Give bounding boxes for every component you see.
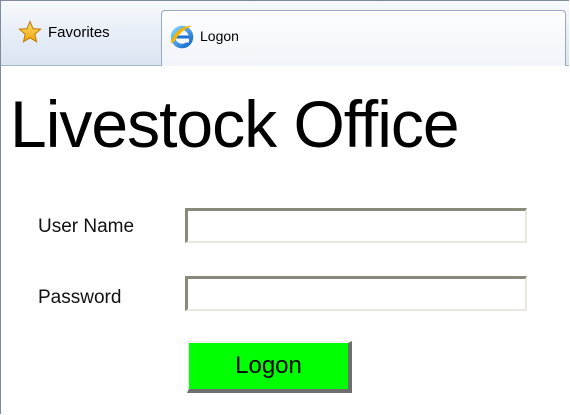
username-label: User Name xyxy=(38,216,135,237)
logon-button[interactable]: Logon xyxy=(187,341,352,393)
browser-toolbar: Favorites Logon xyxy=(1,1,569,66)
favorites-label: Favorites xyxy=(48,23,110,41)
page-content: Livestock Office User Name Password Logo… xyxy=(1,66,569,414)
star-icon xyxy=(18,20,42,44)
password-input[interactable] xyxy=(185,276,527,311)
password-label: Password xyxy=(38,287,122,308)
favorites-button[interactable]: Favorites xyxy=(11,17,151,47)
username-input[interactable] xyxy=(185,208,527,243)
tab-logon[interactable]: Logon xyxy=(161,10,566,66)
page-title: Livestock Office xyxy=(10,87,460,161)
internet-explorer-icon xyxy=(168,23,194,49)
tab-title: Logon xyxy=(200,28,239,44)
